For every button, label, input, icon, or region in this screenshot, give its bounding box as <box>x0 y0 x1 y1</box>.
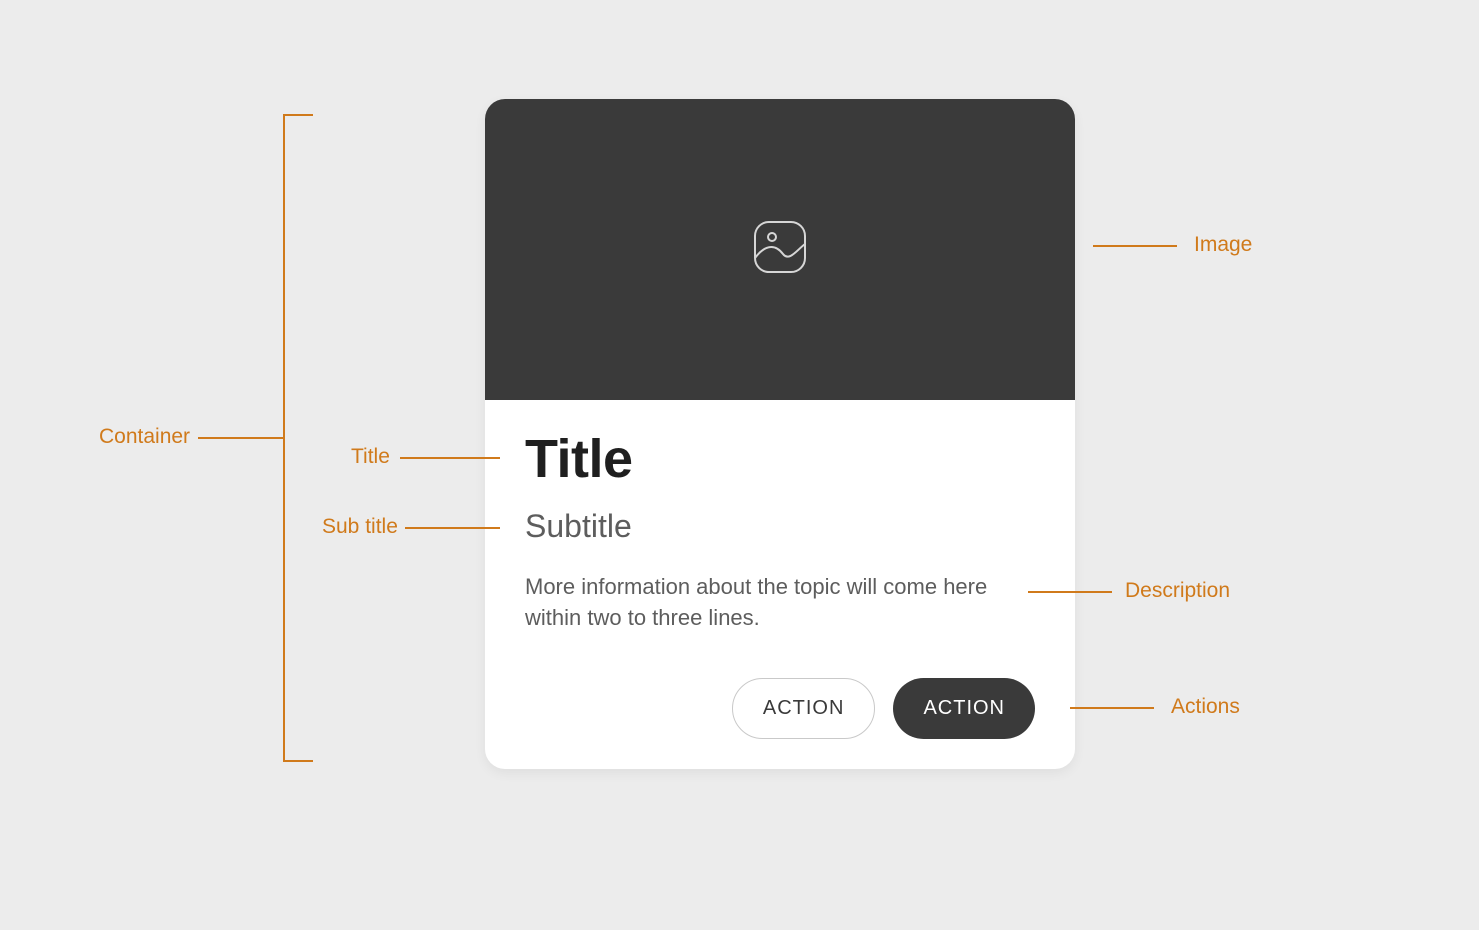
card-image-area <box>485 99 1075 400</box>
annotation-image: Image <box>1194 233 1252 257</box>
card-description: More information about the topic will co… <box>525 571 1035 633</box>
card-subtitle: Subtitle <box>525 508 1035 545</box>
annotation-line <box>1028 591 1112 593</box>
card-body: Title Subtitle More information about th… <box>485 400 1075 769</box>
action-primary-button[interactable]: ACTION <box>893 678 1035 739</box>
annotation-description: Description <box>1125 579 1230 603</box>
annotation-line <box>400 457 500 459</box>
annotation-line <box>1093 245 1177 247</box>
card-actions: ACTION ACTION <box>525 678 1035 739</box>
annotation-line <box>1070 707 1154 709</box>
diagram-canvas: Title Subtitle More information about th… <box>0 0 1479 930</box>
annotation-title: Title <box>351 445 390 469</box>
annotation-actions: Actions <box>1171 695 1240 719</box>
annotation-container: Container <box>99 425 190 449</box>
annotation-line <box>283 114 313 116</box>
action-secondary-button[interactable]: ACTION <box>732 678 876 739</box>
card-title: Title <box>525 428 1035 490</box>
image-placeholder-icon <box>753 220 807 279</box>
annotation-line <box>283 760 313 762</box>
annotation-line <box>198 437 284 439</box>
annotation-line <box>405 527 500 529</box>
annotation-subtitle: Sub title <box>322 515 398 539</box>
card-container: Title Subtitle More information about th… <box>485 99 1075 769</box>
